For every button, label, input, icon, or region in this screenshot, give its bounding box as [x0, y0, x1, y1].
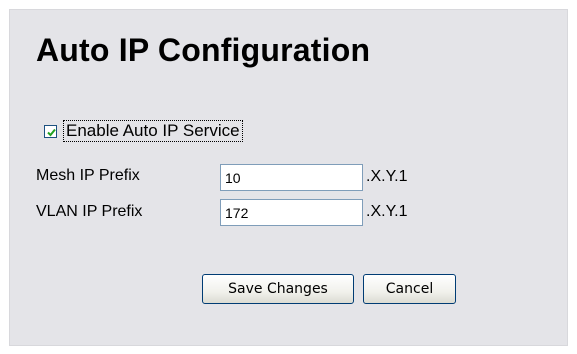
- vlan-ip-prefix-input[interactable]: [220, 199, 363, 226]
- enable-auto-ip-row: Enable Auto IP Service: [44, 120, 243, 142]
- mesh-ip-prefix-input[interactable]: [220, 164, 363, 191]
- enable-auto-ip-checkbox[interactable]: [44, 124, 57, 138]
- mesh-ip-prefix-label: Mesh IP Prefix: [36, 167, 140, 184]
- checkmark-icon: [47, 128, 56, 136]
- vlan-ip-prefix-label: VLAN IP Prefix: [36, 203, 143, 220]
- page-title: Auto IP Configuration: [36, 32, 371, 68]
- enable-auto-ip-label[interactable]: Enable Auto IP Service: [63, 120, 243, 142]
- save-changes-button[interactable]: Save Changes: [202, 274, 354, 304]
- mesh-ip-suffix: .X.Y.1: [366, 168, 408, 185]
- vlan-ip-suffix: .X.Y.1: [366, 203, 408, 220]
- cancel-button[interactable]: Cancel: [363, 274, 456, 304]
